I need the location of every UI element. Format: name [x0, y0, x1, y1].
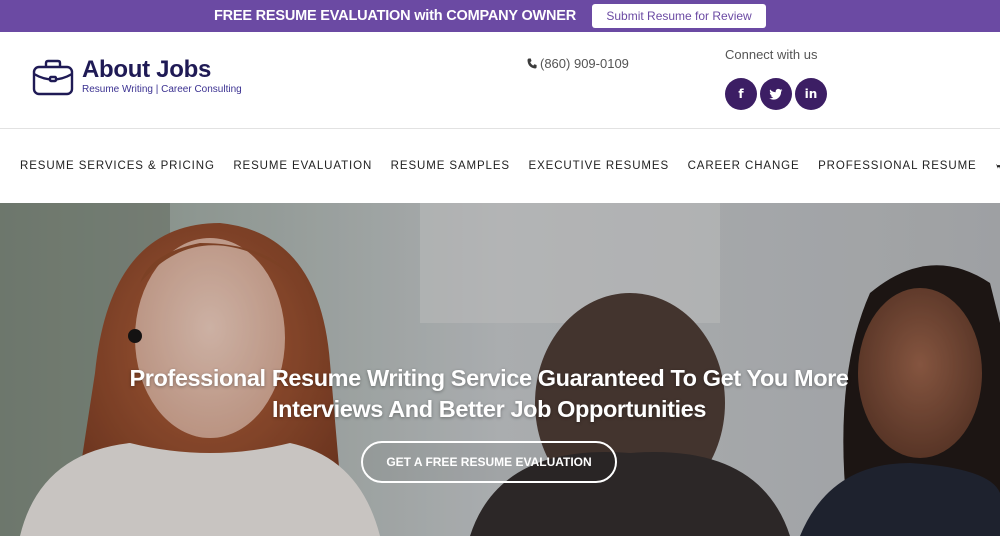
phone-number: (860) 909-0109	[540, 56, 629, 71]
facebook-icon: f	[738, 87, 744, 101]
linkedin-icon: in	[804, 87, 818, 101]
social-links: f in	[725, 78, 830, 110]
phone-link[interactable]: (860) 909-0109	[527, 56, 629, 71]
briefcase-icon	[32, 59, 74, 96]
connect-label: Connect with us	[725, 47, 818, 62]
brand-title: About Jobs	[82, 56, 211, 83]
twitter-icon	[769, 88, 783, 100]
hero-title-line2: Interviews And Better Job Opportunities	[272, 396, 706, 422]
nav-item-resume-samples[interactable]: RESUME SAMPLES	[391, 160, 510, 172]
promo-bar: FREE RESUME EVALUATION with COMPANY OWNE…	[0, 0, 1000, 32]
brand-subtitle: Resume Writing | Career Consulting	[82, 84, 242, 95]
nav-item-career-change[interactable]: CAREER CHANGE	[688, 160, 800, 172]
main-nav: RESUME SERVICES & PRICING RESUME EVALUAT…	[0, 129, 1000, 203]
hero-banner: Professional Resume Writing Service Guar…	[0, 203, 1000, 536]
nav-item-services-pricing[interactable]: RESUME SERVICES & PRICING	[20, 160, 215, 172]
nav-item-resume-evaluation[interactable]: RESUME EVALUATION	[233, 160, 372, 172]
site-header: About Jobs Resume Writing | Career Consu…	[0, 32, 1000, 129]
cart-icon[interactable]	[995, 160, 1000, 173]
site-logo[interactable]: About Jobs Resume Writing | Career Consu…	[32, 56, 242, 97]
nav-item-professional-resume[interactable]: PROFESSIONAL RESUME	[818, 160, 977, 172]
free-evaluation-button[interactable]: GET A FREE RESUME EVALUATION	[361, 441, 617, 483]
hero-title: Professional Resume Writing Service Guar…	[0, 363, 978, 425]
linkedin-button[interactable]: in	[795, 78, 827, 110]
nav-item-executive-resumes[interactable]: EXECUTIVE RESUMES	[529, 160, 670, 172]
hero-title-line1: Professional Resume Writing Service Guar…	[129, 365, 849, 391]
submit-resume-button[interactable]: Submit Resume for Review	[592, 4, 767, 28]
twitter-button[interactable]	[760, 78, 792, 110]
promo-text: FREE RESUME EVALUATION with COMPANY OWNE…	[213, 8, 577, 24]
phone-icon	[527, 58, 537, 69]
facebook-button[interactable]: f	[725, 78, 757, 110]
